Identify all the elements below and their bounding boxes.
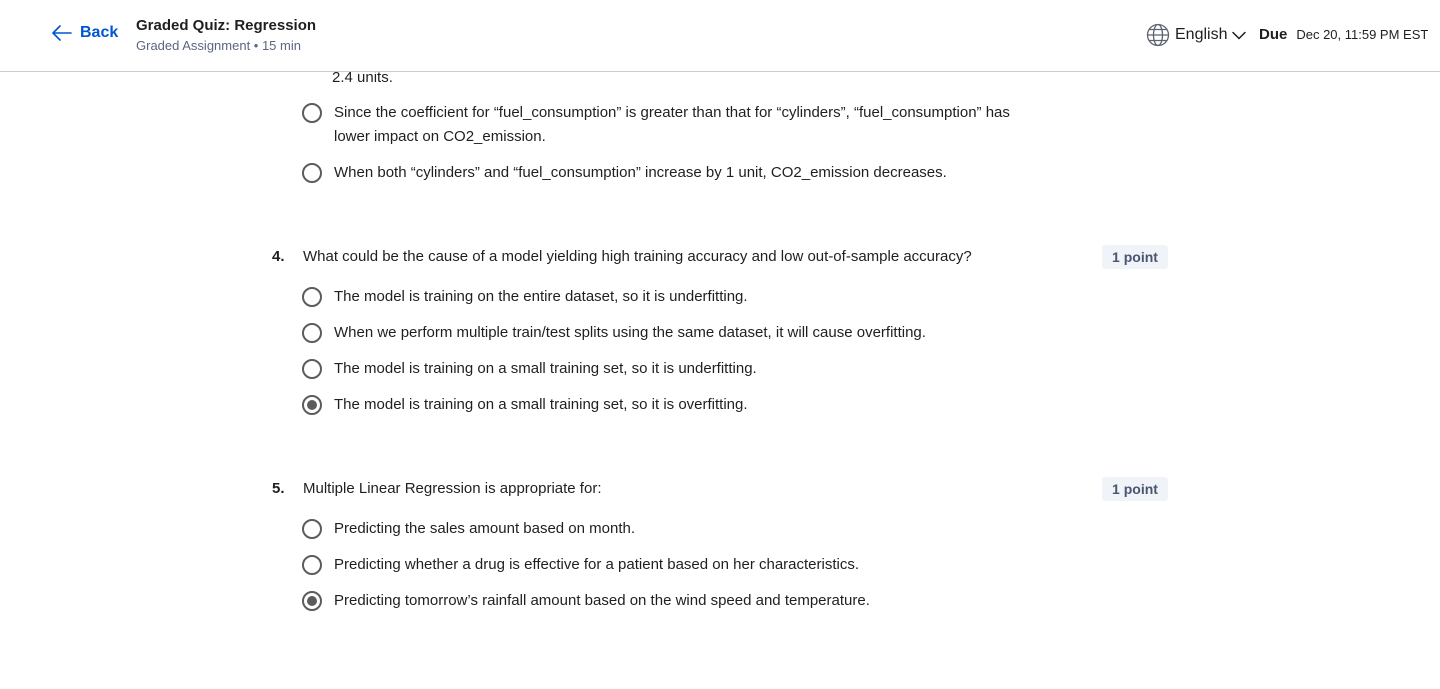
back-button[interactable]: Back [52,24,118,42]
back-label: Back [80,24,119,41]
globe-icon [1146,23,1170,47]
option-label: When we perform multiple train/test spli… [334,324,926,341]
option-label: Since the coefficient for “fuel_consumpt… [334,104,1010,145]
option-label: Predicting whether a drug is effective f… [334,556,860,573]
option-label: The model is training on the entire data… [334,288,748,305]
q3-option-1[interactable]: Since the coefficient for “fuel_consumpt… [302,101,1034,149]
option-label: When both “cylinders” and “fuel_consumpt… [334,164,947,181]
chevron-down-icon [1232,31,1247,39]
q4-option-4[interactable]: The model is training on a small trainin… [302,393,748,417]
assignment-meta: Graded Assignment • 15 min [136,38,301,53]
radio-button-selected[interactable] [302,395,322,415]
language-label: English [1175,26,1228,43]
radio-button-selected[interactable] [302,591,322,611]
radio-button[interactable] [302,555,322,575]
option-label: The model is training on a small trainin… [334,396,748,413]
q4-option-2[interactable]: When we perform multiple train/test spli… [302,321,926,345]
question-text: What could be the cause of a model yield… [303,248,972,265]
page-header: Back Graded Quiz: Regression Graded Assi… [0,0,1440,72]
q5-option-3[interactable]: Predicting tomorrow’s rainfall amount ba… [302,589,870,613]
quiz-content: 2.4 units. Since the coefficient for “fu… [0,0,1440,689]
radio-button[interactable] [302,323,322,343]
page-title: Graded Quiz: Regression [136,17,317,34]
language-selector[interactable]: English [1146,23,1247,47]
q4-option-3[interactable]: The model is training on a small trainin… [302,357,757,381]
radio-button[interactable] [302,359,322,379]
radio-button[interactable] [302,519,322,539]
q4-option-1[interactable]: The model is training on the entire data… [302,285,748,309]
option-label: The model is training on a small trainin… [334,360,757,377]
option-label: Predicting tomorrow’s rainfall amount ba… [334,592,870,609]
question-number: 5. [272,480,285,497]
q3-option-2[interactable]: When both “cylinders” and “fuel_consumpt… [302,161,947,185]
points-badge: 1 point [1102,477,1168,501]
due-label: Due [1259,26,1288,43]
arrow-left-icon [52,25,72,41]
due-date: Due Dec 20, 11:59 PM EST [1259,26,1428,43]
assignment-info: Graded Quiz: Regression Graded Assignmen… [136,16,316,56]
points-badge: 1 point [1102,245,1168,269]
question-text: Multiple Linear Regression is appropriat… [303,480,602,497]
option-label: Predicting the sales amount based on mon… [334,520,636,537]
due-value: Dec 20, 11:59 PM EST [1296,27,1429,42]
radio-button[interactable] [302,103,322,123]
question-number: 4. [272,248,285,265]
q5-option-1[interactable]: Predicting the sales amount based on mon… [302,517,635,541]
radio-button[interactable] [302,163,322,183]
q5-option-2[interactable]: Predicting whether a drug is effective f… [302,553,859,577]
radio-button[interactable] [302,287,322,307]
